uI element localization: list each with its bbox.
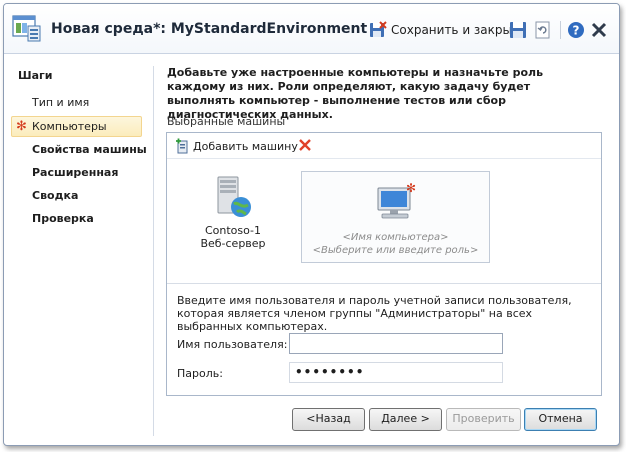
machine-name-placeholder: <Имя компьютера> xyxy=(342,232,449,243)
delete-icon[interactable] xyxy=(298,138,312,152)
machines-toolbar: Добавить машину xyxy=(167,133,601,159)
password-input[interactable]: •••••••• xyxy=(289,362,503,383)
title-bar: Новая среда*: MyStandardEnvironment Сохр… xyxy=(4,4,619,54)
step-computers[interactable]: Компьютеры xyxy=(32,120,107,133)
username-input[interactable] xyxy=(289,333,503,354)
machine-name: Contoso-1 xyxy=(204,224,262,237)
verify-button[interactable]: Проверить xyxy=(446,408,521,431)
close-icon[interactable] xyxy=(590,21,608,39)
step-machine-properties[interactable]: Свойства машины xyxy=(32,143,147,156)
new-machine-tile[interactable]: ✻ <Имя компьютера> <Выберите или введите… xyxy=(301,171,490,263)
help-icon[interactable]: ? xyxy=(567,21,585,39)
required-star-icon: ✻ xyxy=(16,119,27,134)
machines-panel: Добавить машину Contoso-1 Веб-сервер ✻ <… xyxy=(166,132,602,396)
credentials-instructions: Введите имя пользователя и пароль учетно… xyxy=(177,294,572,333)
machine-role-placeholder: <Выберите или введите роль> xyxy=(312,245,479,256)
step-advanced[interactable]: Расширенная xyxy=(32,166,118,179)
environment-icon xyxy=(12,15,41,42)
step-type-and-name[interactable]: Тип и имя xyxy=(32,96,89,109)
svg-text:?: ? xyxy=(573,24,580,38)
refresh-icon[interactable] xyxy=(534,21,552,39)
panel-divider xyxy=(167,283,601,284)
save-icon[interactable] xyxy=(509,21,527,39)
password-label: Пароль: xyxy=(177,367,223,380)
add-machine-button[interactable]: Добавить машину xyxy=(175,138,298,154)
window-title: Новая среда*: MyStandardEnvironment xyxy=(51,21,368,37)
step-summary[interactable]: Сводка xyxy=(32,189,78,202)
step-verification[interactable]: Проверка xyxy=(32,212,94,225)
computer-icon: ✻ xyxy=(377,181,416,219)
steps-heading: Шаги xyxy=(18,69,53,82)
save-close-icon xyxy=(370,21,387,37)
intro-text: Добавьте уже настроенные компьютеры и на… xyxy=(167,66,544,121)
toolbar-separator xyxy=(560,21,561,39)
selected-machines-label: Выбранные машины xyxy=(167,115,286,128)
svg-text:✻: ✻ xyxy=(405,181,415,195)
cancel-button[interactable]: Отмена xyxy=(524,408,597,431)
sidebar-divider xyxy=(153,66,154,436)
save-and-close-button[interactable]: Сохранить и закрыть xyxy=(369,20,526,40)
next-button[interactable]: Далее > xyxy=(369,408,442,431)
save-and-close-label: Сохранить и закрыть xyxy=(391,23,527,37)
username-label: Имя пользователя: xyxy=(177,338,288,351)
add-machine-label: Добавить машину xyxy=(193,139,298,153)
server-icon xyxy=(217,176,251,217)
machine-tile-contoso[interactable]: Contoso-1 Веб-сервер xyxy=(187,173,279,263)
back-button[interactable]: <Назад xyxy=(292,408,365,431)
dialog-window: Новая среда*: MyStandardEnvironment Сохр… xyxy=(3,3,620,446)
machine-role: Веб-сервер xyxy=(200,237,266,250)
add-machine-icon xyxy=(176,138,188,154)
